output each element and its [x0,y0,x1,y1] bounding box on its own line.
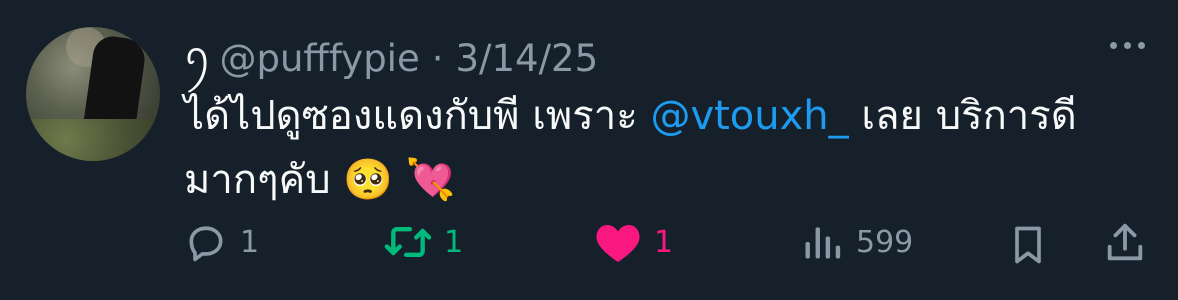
view-count: 599 [856,224,914,260]
separator: · [431,36,444,80]
retweet-count: 1 [444,224,464,260]
bookmark-button[interactable] [1006,220,1050,270]
tweet-text: ได้ไปดูซองแดงกับพี เพราะ @vtouxh_ เลย บร… [184,84,1144,212]
avatar[interactable] [26,27,160,161]
reply-icon [189,226,223,262]
handle[interactable]: @pufffypie [220,37,420,80]
mention-link[interactable]: @vtouxh_ [650,93,848,139]
views-icon [805,227,841,259]
share-button[interactable] [1102,220,1148,266]
retweet-button[interactable]: 1 [384,220,463,264]
like-button[interactable]: 1 [594,220,673,264]
retweet-icon [384,226,432,258]
reply-count: 1 [240,224,260,260]
more-icon[interactable] [1110,42,1145,49]
like-count: 1 [654,224,674,260]
tweet-text-part-1: ได้ไปดูซองแดงกับพี เพราะ [184,93,651,139]
views-button[interactable]: 599 [800,220,913,264]
tweet-date[interactable]: 3/14/25 [456,37,599,80]
share-icon [1107,223,1143,261]
emoji-group: 🥺 💘 [343,157,456,203]
action-bar: 1 1 1 599 [184,220,1150,276]
heart-icon [596,225,640,262]
reply-button[interactable]: 1 [184,220,259,264]
bookmark-icon [1015,226,1041,264]
